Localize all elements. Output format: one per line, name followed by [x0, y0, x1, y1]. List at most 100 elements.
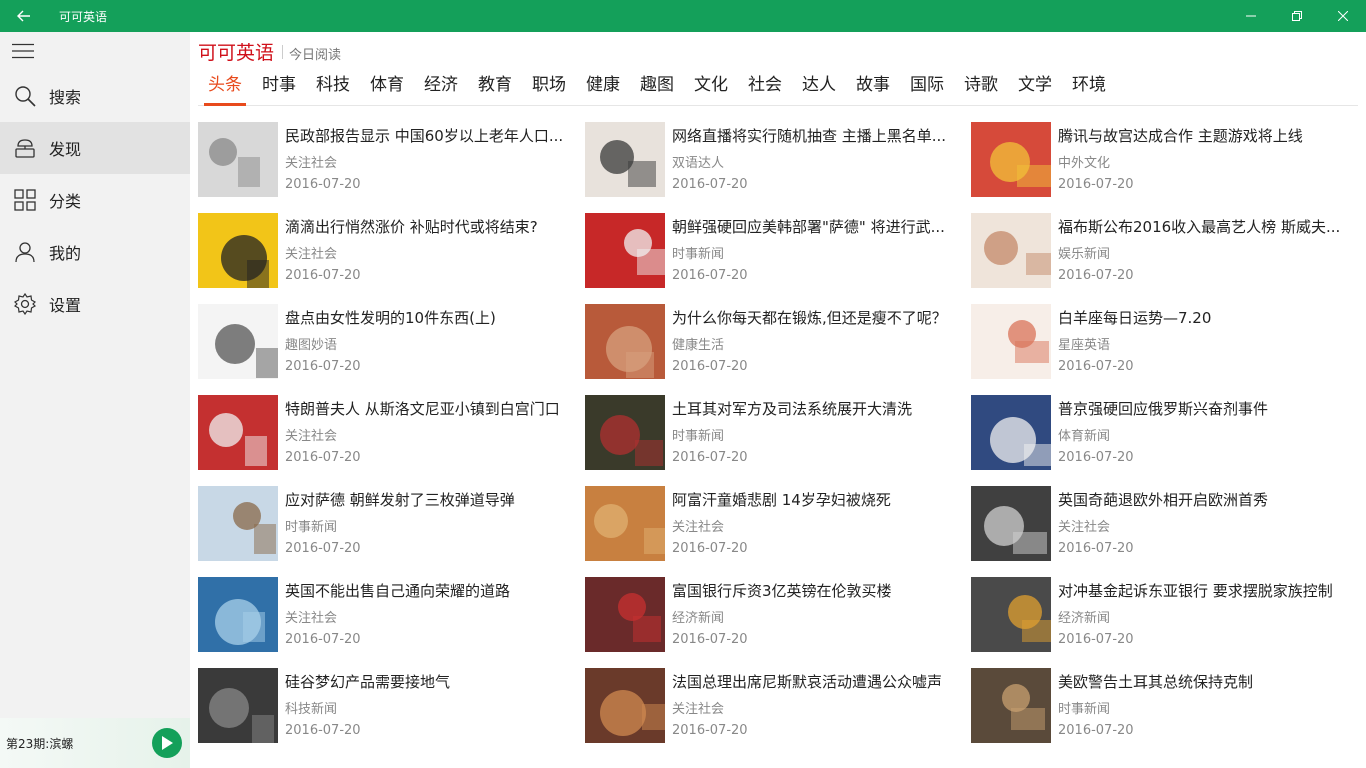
article-card[interactable]: 白羊座每日运势—7.20 星座英语 2016-07-20	[971, 304, 1351, 380]
tab-environment[interactable]: 环境	[1062, 70, 1116, 105]
article-category: 体育新闻	[1058, 429, 1111, 444]
article-card[interactable]: 朝鲜强硬回应美韩部署"萨德" 将进行武... 时事新闻 2016-07-20	[585, 213, 965, 289]
article-date: 2016-07-20	[285, 359, 361, 374]
article-title[interactable]: 硅谷梦幻产品需要接地气	[285, 671, 577, 692]
tab-health[interactable]: 健康	[576, 70, 630, 105]
article-card[interactable]: 为什么你每天都在锻炼,但还是瘦不了呢？ 健康生活 2016-07-20	[585, 304, 965, 380]
article-title[interactable]: 朝鲜强硬回应美韩部署"萨德" 将进行武...	[672, 216, 964, 237]
sidebar-item-discover[interactable]: 发现	[0, 122, 190, 174]
article-card[interactable]: 应对萨德 朝鲜发射了三枚弹道导弹 时事新闻 2016-07-20	[198, 486, 578, 562]
article-category: 关注社会	[1058, 520, 1111, 535]
article-date: 2016-07-20	[1058, 541, 1134, 556]
article-title[interactable]: 福布斯公布2016收入最高艺人榜 斯威夫...	[1058, 216, 1350, 237]
sidebar-item-mine[interactable]: 我的	[0, 226, 190, 278]
article-card[interactable]: 网络直播将实行随机抽查 主播上黑名单... 双语达人 2016-07-20	[585, 122, 965, 198]
article-category: 健康生活	[672, 338, 725, 353]
article-category: 趣图妙语	[285, 338, 338, 353]
hamburger-button[interactable]	[0, 32, 190, 70]
article-date: 2016-07-20	[285, 632, 361, 647]
article-title[interactable]: 民政部报告显示 中国60岁以上老年人口...	[285, 125, 577, 146]
tab-economy[interactable]: 经济	[414, 70, 468, 105]
article-title[interactable]: 应对萨德 朝鲜发射了三枚弹道导弹	[285, 489, 577, 510]
article-card[interactable]: 英国奇葩退欧外相开启欧洲首秀关注社会 2016-07-20	[971, 486, 1351, 562]
article-title[interactable]: 阿富汗童婚悲剧 14岁孕妇被烧死	[672, 489, 964, 510]
article-date: 2016-07-20	[672, 268, 748, 283]
article-card[interactable]: 阿富汗童婚悲剧 14岁孕妇被烧死 关注社会 2016-07-20	[585, 486, 965, 562]
article-thumbnail	[585, 213, 665, 288]
header: 可可英语 今日阅读	[198, 38, 341, 65]
tab-workplace[interactable]: 职场	[522, 70, 576, 105]
back-arrow-icon	[17, 10, 30, 22]
article-card[interactable]: 特朗普夫人 从斯洛文尼亚小镇到白宫门口 关注社会 2016-07-20	[198, 395, 578, 471]
search-icon	[13, 84, 37, 108]
article-card[interactable]: 滴滴出行悄然涨价 补贴时代或将结束? 关注社会 2016-07-20	[198, 213, 578, 289]
article-title[interactable]: 美欧警告土耳其总统保持克制	[1058, 671, 1350, 692]
article-title[interactable]: 英国不能出售自己通向荣耀的道路	[285, 580, 577, 601]
player-episode: 第23期:滨螺	[6, 736, 74, 751]
article-thumbnail	[198, 213, 278, 288]
article-card[interactable]: 土耳其对军方及司法系统展开大清洗 时事新闻 2016-07-20	[585, 395, 965, 471]
article-category: 关注社会	[285, 156, 338, 171]
tab-literature[interactable]: 文学	[1008, 70, 1062, 105]
restore-button[interactable]	[1274, 0, 1320, 32]
tab-education[interactable]: 教育	[468, 70, 522, 105]
article-date: 2016-07-20	[285, 541, 361, 556]
tab-technology[interactable]: 科技	[306, 70, 360, 105]
tab-headline[interactable]: 头条	[198, 70, 252, 106]
article-title[interactable]: 法国总理出席尼斯默哀活动遭遇公众嘘声	[672, 671, 964, 692]
article-category: 时事新闻	[1058, 702, 1111, 717]
article-title[interactable]: 白羊座每日运势—7.20	[1058, 307, 1350, 328]
gear-icon	[13, 292, 37, 316]
close-button[interactable]	[1320, 0, 1366, 32]
tab-experts[interactable]: 达人	[792, 70, 846, 105]
article-title[interactable]: 腾讯与故宫达成合作 主题游戏将上线	[1058, 125, 1350, 146]
user-icon	[13, 240, 37, 264]
sidebar-item-settings[interactable]: 设置	[0, 278, 190, 330]
main-content: 可可英语 今日阅读 头条 时事 科技 体育 经济 教育 职场 健康 趣图 文化 …	[190, 32, 1366, 768]
article-card[interactable]: 硅谷梦幻产品需要接地气 科技新闻 2016-07-20	[198, 668, 578, 744]
article-date: 2016-07-20	[672, 177, 748, 192]
tab-international[interactable]: 国际	[900, 70, 954, 105]
article-card[interactable]: 富国银行斥资3亿英镑在伦敦买楼 经济新闻 2016-07-20	[585, 577, 965, 653]
tab-fun-pics[interactable]: 趣图	[630, 70, 684, 105]
article-title[interactable]: 对冲基金起诉东亚银行 要求摆脱家族控制	[1058, 580, 1350, 601]
article-card[interactable]: 福布斯公布2016收入最高艺人榜 斯威夫... 娱乐新闻 2016-07-20	[971, 213, 1351, 289]
article-title[interactable]: 土耳其对军方及司法系统展开大清洗	[672, 398, 964, 419]
article-thumbnail	[198, 304, 278, 379]
tab-current-affairs[interactable]: 时事	[252, 70, 306, 105]
article-thumbnail	[971, 304, 1051, 379]
tab-sports[interactable]: 体育	[360, 70, 414, 105]
sidebar-item-search[interactable]: 搜索	[0, 70, 190, 122]
article-title[interactable]: 特朗普夫人 从斯洛文尼亚小镇到白宫门口	[285, 398, 577, 419]
article-card[interactable]: 对冲基金起诉东亚银行 要求摆脱家族控制 经济新闻 2016-07-20	[971, 577, 1351, 653]
article-title[interactable]: 普京强硬回应俄罗斯兴奋剂事件	[1058, 398, 1350, 419]
article-title[interactable]: 盘点由女性发明的10件东西(上)	[285, 307, 577, 328]
article-title[interactable]: 英国奇葩退欧外相开启欧洲首秀	[1058, 489, 1350, 510]
article-title[interactable]: 为什么你每天都在锻炼,但还是瘦不了呢？	[672, 307, 964, 328]
back-button[interactable]	[0, 0, 48, 32]
article-thumbnail	[971, 486, 1051, 561]
sidebar-item-label: 分类	[49, 192, 82, 211]
tab-society[interactable]: 社会	[738, 70, 792, 105]
article-thumbnail	[585, 668, 665, 743]
tab-culture[interactable]: 文化	[684, 70, 738, 105]
article-card[interactable]: 美欧警告土耳其总统保持克制 时事新闻 2016-07-20	[971, 668, 1351, 744]
window-title: 可可英语	[59, 9, 108, 24]
article-title[interactable]: 富国银行斥资3亿英镑在伦敦买楼	[672, 580, 964, 601]
tab-stories[interactable]: 故事	[846, 70, 900, 105]
article-thumbnail	[585, 486, 665, 561]
article-card[interactable]: 普京强硬回应俄罗斯兴奋剂事件 体育新闻 2016-07-20	[971, 395, 1351, 471]
play-icon	[162, 736, 173, 750]
article-category: 双语达人	[672, 156, 725, 171]
article-card[interactable]: 盘点由女性发明的10件东西(上) 趣图妙语 2016-07-20	[198, 304, 578, 380]
minimize-button[interactable]	[1228, 0, 1274, 32]
article-card[interactable]: 法国总理出席尼斯默哀活动遭遇公众嘘声 关注社会 2016-07-20	[585, 668, 965, 744]
article-card[interactable]: 腾讯与故宫达成合作 主题游戏将上线 中外文化 2016-07-20	[971, 122, 1351, 198]
tab-poetry[interactable]: 诗歌	[954, 70, 1008, 105]
play-button[interactable]	[152, 728, 182, 758]
sidebar-item-category[interactable]: 分类	[0, 174, 190, 226]
article-card[interactable]: 民政部报告显示 中国60岁以上老年人口... 关注社会 2016-07-20	[198, 122, 578, 198]
article-title[interactable]: 滴滴出行悄然涨价 补贴时代或将结束?	[285, 216, 577, 237]
article-card[interactable]: 英国不能出售自己通向荣耀的道路 关注社会 2016-07-20	[198, 577, 578, 653]
article-title[interactable]: 网络直播将实行随机抽查 主播上黑名单...	[672, 125, 964, 146]
